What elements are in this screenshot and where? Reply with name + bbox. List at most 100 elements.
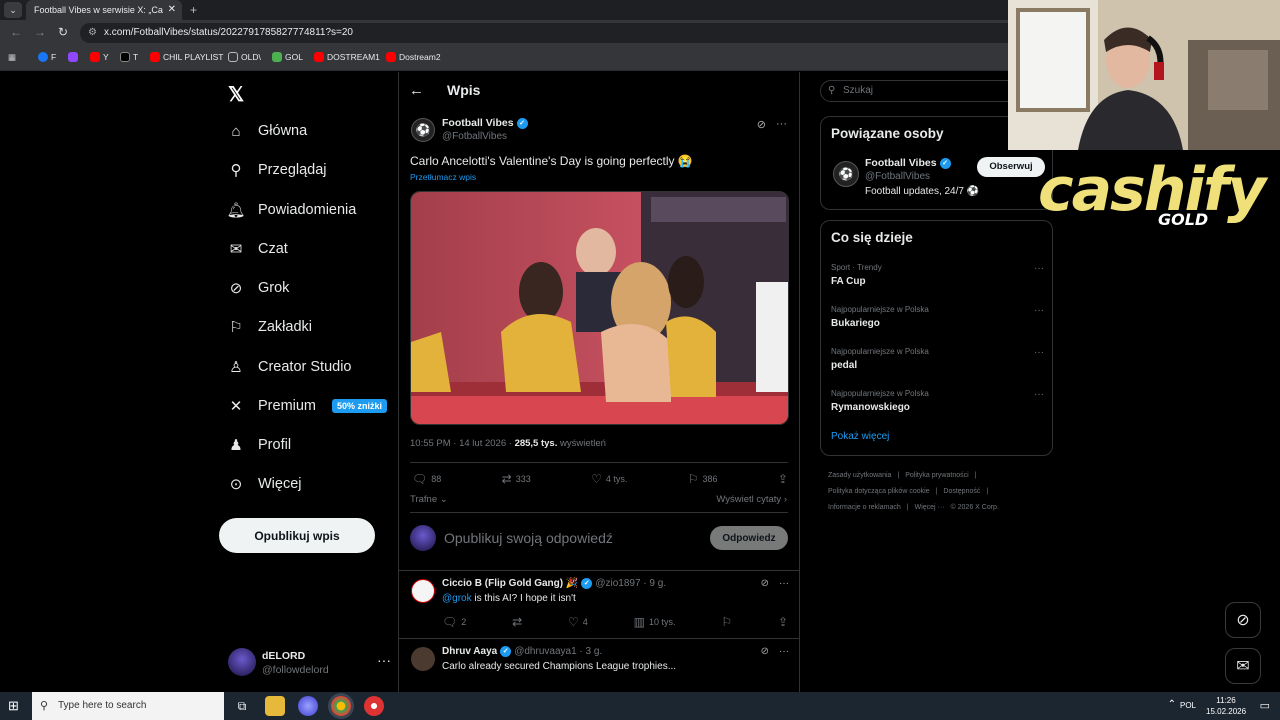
footer-link[interactable]: Zasady użytkowania (828, 472, 891, 479)
windows-taskbar: ⊞ ⚲ Type here to search ⧉ ⌃ POL 11:26 15… (0, 692, 1280, 720)
footer-link[interactable]: Informacje o reklamach (828, 504, 901, 511)
post-button[interactable]: Opublikuj wpis (219, 518, 375, 553)
forward-icon[interactable]: → (34, 25, 46, 39)
messages-float-icon[interactable]: ✉ (1225, 648, 1261, 684)
notifications-icon[interactable]: ▭ (1260, 699, 1270, 712)
reload-icon[interactable]: ↻ (58, 25, 68, 39)
obs-icon[interactable] (364, 696, 384, 716)
more-options-icon[interactable]: ··· (1034, 305, 1044, 316)
apps-icon[interactable]: ▦ (8, 52, 16, 63)
grok-float-icon[interactable]: ⊘ (1225, 602, 1261, 638)
repost-button[interactable]: ⇄ (512, 615, 522, 629)
tray-expand-icon[interactable]: ⌃ (1168, 699, 1176, 710)
bookmark-item[interactable] (68, 52, 81, 62)
language-indicator[interactable]: POL (1180, 701, 1196, 710)
related-name[interactable]: Football Vibes ✓ (865, 157, 951, 169)
post-image[interactable] (410, 191, 789, 425)
footer-link[interactable]: Więcej ··· (915, 504, 945, 511)
more-options-icon[interactable]: ··· (377, 652, 391, 668)
bookmark-item[interactable]: DOSTREAM1 (314, 52, 380, 62)
nav-item-creator-studio[interactable]: ♙ Creator Studio (226, 352, 351, 382)
bookmark-button[interactable]: ⚐ (721, 615, 732, 629)
author-avatar[interactable]: ⚽ (411, 118, 435, 142)
footer-link[interactable]: Dostępność (943, 488, 980, 495)
grok-icon[interactable]: ⊘ (761, 578, 769, 589)
grok-icon[interactable]: ⊘ (761, 646, 769, 657)
more-options-icon[interactable]: ··· (779, 646, 789, 657)
site-info-icon[interactable]: ⚙ (88, 23, 97, 43)
share-icon: ⇪ (777, 615, 788, 629)
back-icon[interactable]: ← (10, 25, 22, 39)
nav-item-grok[interactable]: ⊘ Grok (226, 273, 290, 303)
nav-item-more[interactable]: ⊙ Więcej (226, 469, 302, 499)
nav-item-chat[interactable]: ✉ Czat (226, 234, 288, 264)
url-field[interactable]: ⚙ x.com/FotballVibes/status/202279178582… (80, 23, 1020, 43)
tab-close-icon[interactable]: ✕ (168, 0, 176, 20)
bookmark-item[interactable]: Y (90, 52, 109, 62)
footer-link[interactable]: Polityka dotycząca plików cookie (828, 488, 930, 495)
reply-submit-button[interactable]: Odpowiedz (710, 526, 788, 550)
reply-button[interactable]: 🗨︎ 2 (442, 615, 466, 629)
trend-item[interactable]: Najpopularniejsze w Polska Bukariego ··· (831, 305, 1044, 329)
chrome-icon[interactable] (331, 696, 351, 716)
show-more-link[interactable]: Pokaż więcej (831, 431, 889, 442)
system-clock[interactable]: 11:26 15.02.2026 (1206, 695, 1246, 717)
author-name[interactable]: Football Vibes ✓ (442, 117, 528, 129)
trend-item[interactable]: Sport · Trendy FA Cup ··· (831, 263, 1044, 287)
bookmark-item[interactable]: T (120, 52, 138, 62)
windows-start-icon[interactable]: ⊞ (8, 698, 19, 714)
x-logo-icon[interactable]: 𝕏 (228, 82, 244, 107)
heart-icon: ♡ (591, 472, 602, 486)
repost-button[interactable]: ⇄ 333 (502, 472, 531, 486)
related-avatar[interactable]: ⚽ (833, 161, 859, 187)
bookmark-item[interactable]: GOL (272, 52, 303, 62)
trend-item[interactable]: Najpopularniejsze w Polska Rymanowskiego ·… (831, 389, 1044, 413)
app-icon[interactable] (298, 696, 318, 716)
bookmark-item[interactable]: Dostream2 (386, 52, 441, 62)
browser-tab[interactable]: Football Vibes w serwisie X: „Ca ✕ (26, 0, 182, 20)
back-arrow-icon[interactable]: ← (409, 82, 424, 99)
more-options-icon[interactable]: ··· (779, 578, 789, 589)
tab-search-icon[interactable]: ⌄ (4, 2, 22, 18)
mention-link[interactable]: @grok (442, 593, 472, 604)
share-button[interactable]: ⇪ (778, 615, 788, 629)
nav-item-explore[interactable]: ⚲ Przeglądaj (226, 155, 327, 185)
file-explorer-icon[interactable] (265, 696, 285, 716)
taskbar-search-input[interactable]: ⚲ Type here to search (32, 692, 224, 720)
nav-item-notifications[interactable]: 🔔︎ Powiadomienia (226, 195, 356, 225)
new-tab-button[interactable]: + (190, 0, 197, 20)
nav-item-home[interactable]: ⌂ Główna (226, 116, 307, 146)
like-button[interactable]: ♡ 4 (568, 615, 588, 629)
author-handle[interactable]: @FotballVibes (442, 131, 507, 142)
more-options-icon[interactable]: ··· (776, 118, 787, 131)
list-item[interactable]: Ciccio B (Flip Gold Gang) 🎉 ✓ @zio1897 ·… (399, 570, 799, 638)
page-title: Wpis (447, 82, 481, 98)
trend-item[interactable]: Najpopularniejsze w Polska pedal ··· (831, 347, 1044, 371)
nav-item-profile[interactable]: ♟ Profil (226, 430, 291, 460)
reply-button[interactable]: 🗨︎ 88 (412, 472, 441, 486)
share-button[interactable]: ⇪ (778, 472, 788, 486)
reply-input[interactable]: Opublikuj swoją odpowiedź (444, 530, 613, 546)
grok-icon[interactable]: ⊘ (757, 118, 766, 131)
more-options-icon[interactable]: ··· (1034, 263, 1044, 274)
nav-item-premium[interactable]: ✕ Premium 50% zniżki (226, 391, 388, 421)
like-button[interactable]: ♡ 4 tys. (591, 472, 627, 486)
account-switcher[interactable]: dELORD @followdelord ··· (226, 646, 391, 682)
bookmark-folder[interactable]: OLD\ (228, 52, 261, 62)
more-options-icon[interactable]: ··· (1034, 389, 1044, 400)
task-view-icon[interactable]: ⧉ (232, 696, 252, 716)
reply-sort-dropdown[interactable]: Trafne ⌄ (410, 494, 448, 505)
views-button[interactable]: ▥ 10 tys. (634, 615, 676, 629)
view-quotes-link[interactable]: Wyświetl cytaty › (716, 494, 787, 505)
bookmark-icon: ⚐ (687, 472, 699, 486)
bookmark-button[interactable]: ⚐ 386 (688, 472, 718, 486)
bookmark-icon: ⚐ (721, 615, 733, 629)
list-item[interactable]: Dhruv Aaya ✓ @dhruvaaya1 · 3 g. Carlo al… (399, 638, 799, 692)
bookmark-item[interactable]: CHIL PLAYLIST (150, 52, 223, 62)
bookmark-item[interactable]: F (38, 52, 56, 62)
translate-link[interactable]: Przetłumacz wpis (410, 172, 476, 182)
divider (410, 462, 788, 463)
footer-link[interactable]: Polityka prywatności (905, 472, 968, 479)
nav-item-bookmarks[interactable]: ⚐ Zakładki (226, 312, 312, 342)
more-options-icon[interactable]: ··· (1034, 347, 1044, 358)
